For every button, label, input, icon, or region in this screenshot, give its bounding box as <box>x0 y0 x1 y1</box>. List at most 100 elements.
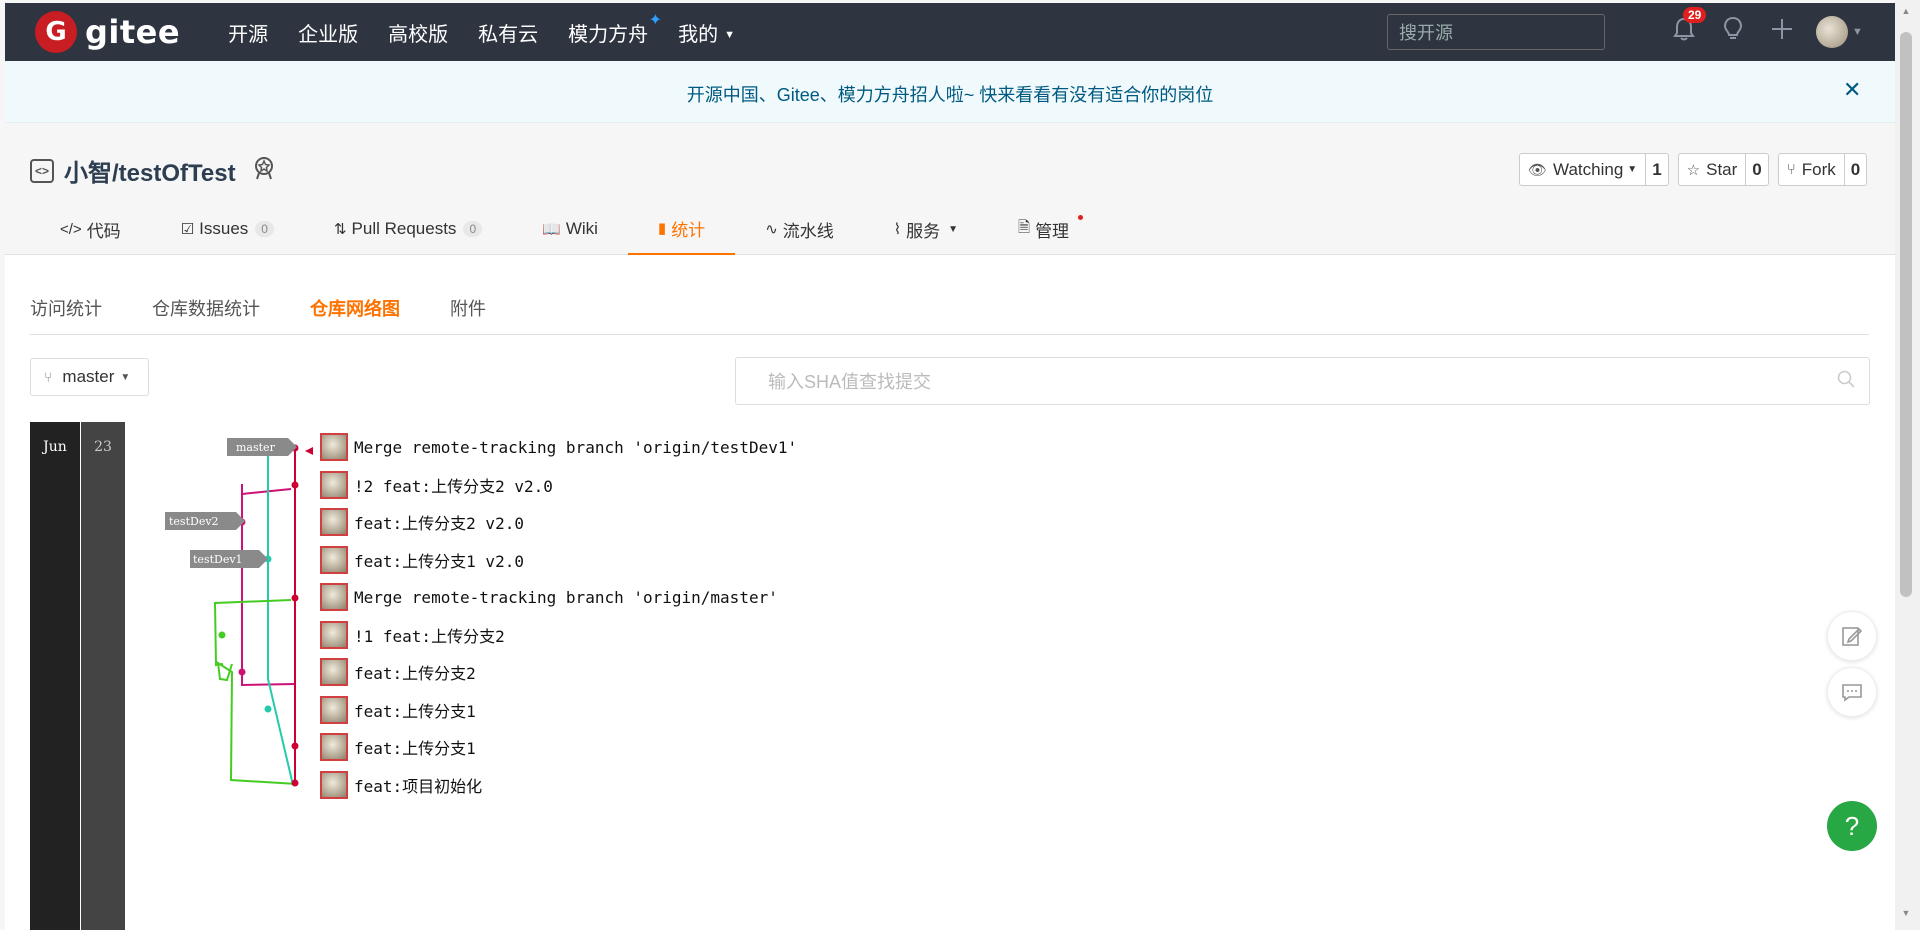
subtab-attachments[interactable]: 附件 <box>450 297 486 335</box>
scroll-up-icon[interactable]: ▲ <box>1900 6 1912 16</box>
commit-author-avatar[interactable] <box>320 433 348 461</box>
top-icons: 29 ▼ <box>1659 3 1863 61</box>
commit-author-avatar[interactable] <box>320 695 348 724</box>
tab-issues[interactable]: ☑ Issues 0 <box>151 203 304 255</box>
page-scrollbar[interactable]: ▲ ▼ <box>1895 0 1920 930</box>
edit-shape <box>1842 627 1863 646</box>
sha-search-placeholder: 输入SHA值查找提交 <box>768 372 932 392</box>
branch-label-tags: master testDev2 testDev1 <box>165 438 297 568</box>
commit-message[interactable]: feat:上传分支1 v2.0 <box>354 548 524 572</box>
announcement-banner: 开源中国、Gitee、模力方舟招人啦~ 快来看看有没有适合你的岗位 ✕ <box>5 61 1895 123</box>
help-button[interactable]: ? <box>1827 801 1877 851</box>
logo-letter: G <box>45 17 67 47</box>
commit-row[interactable]: feat:上传分支1 <box>320 695 476 725</box>
tab-manage[interactable]: 🗎 管理 <box>988 203 1099 255</box>
magnifier-shape <box>1837 370 1855 388</box>
nav-education[interactable]: 高校版 <box>388 18 448 47</box>
logo-text: gitee <box>85 13 181 51</box>
feedback-edit-icon[interactable] <box>1827 611 1877 661</box>
main-nav: 开源 企业版 高校版 私有云 模力方舟 ✦ 我的 ▼ <box>228 12 765 47</box>
commit-author-avatar[interactable] <box>320 658 348 686</box>
notification-bell-icon[interactable]: 29 <box>1659 7 1708 47</box>
watch-label: Watching <box>1553 159 1624 179</box>
tab-manage-label: 管理 <box>1035 221 1070 241</box>
commit-message[interactable]: feat:上传分支1 <box>354 735 476 759</box>
star-count[interactable]: 0 <box>1745 154 1767 185</box>
code-icon: </> <box>60 220 82 238</box>
fork-count[interactable]: 0 <box>1843 154 1866 185</box>
commit-author-avatar[interactable] <box>320 583 348 611</box>
commit-author-avatar[interactable] <box>320 770 348 799</box>
book-icon: 📖 <box>542 221 561 238</box>
services-chevron-down-icon: ▼ <box>948 223 958 235</box>
commit-message[interactable]: !1 feat:上传分支2 <box>354 623 505 647</box>
tab-wiki[interactable]: 📖 Wiki <box>512 203 628 255</box>
watch-button[interactable]: 👁 Watching ▼ 1 <box>1519 153 1669 186</box>
commit-row[interactable]: !2 feat:上传分支2 v2.0 <box>320 470 553 500</box>
commit-row[interactable]: Merge remote-tracking branch 'origin/tes… <box>320 432 797 462</box>
commit-message[interactable]: Merge remote-tracking branch 'origin/mas… <box>354 588 778 607</box>
tab-pipeline-label: 流水线 <box>782 221 834 241</box>
commit-author-avatar[interactable] <box>320 545 348 574</box>
award-badge-icon[interactable] <box>252 155 276 187</box>
commit-row[interactable]: feat:上传分支1 <box>320 732 476 762</box>
commit-row[interactable]: Merge remote-tracking branch 'origin/mas… <box>320 582 778 612</box>
pull-request-icon: ⇅ <box>333 221 347 238</box>
nav-moli-fangzhou-label: 模力方舟 <box>568 23 649 46</box>
tab-services[interactable]: ⌇ 服务 ▼ <box>864 203 988 255</box>
tab-pipeline[interactable]: ∿ 流水线 <box>735 203 864 255</box>
plus-icon[interactable] <box>1757 18 1806 46</box>
scroll-down-icon[interactable]: ▼ <box>1900 908 1912 918</box>
tab-statistics-label: 统计 <box>671 220 706 240</box>
nav-moli-fangzhou[interactable]: 模力方舟 ✦ <box>568 12 662 47</box>
tab-wiki-label: Wiki <box>565 219 598 238</box>
notification-badge: 29 <box>1683 7 1707 23</box>
repo-name[interactable]: 小智/testOfTest <box>64 153 236 188</box>
scrollbar-thumb[interactable] <box>1900 32 1912 597</box>
commit-row[interactable]: feat:项目初始化 <box>320 770 482 800</box>
nav-enterprise[interactable]: 企业版 <box>298 18 358 47</box>
commit-row[interactable]: feat:上传分支1 v2.0 <box>320 545 524 575</box>
commit-author-avatar[interactable] <box>320 620 348 649</box>
chat-shape <box>1842 684 1862 702</box>
search-icon[interactable] <box>1837 370 1855 393</box>
avatar-chevron-down-icon[interactable]: ▼ <box>1852 26 1863 38</box>
branch-tag-testdev2-label: testDev2 <box>169 515 219 528</box>
nav-mine[interactable]: 我的 ▼ <box>678 18 735 47</box>
commit-author-avatar[interactable] <box>320 733 348 761</box>
lightbulb-icon[interactable] <box>1708 16 1757 48</box>
banner-text[interactable]: 开源中国、Gitee、模力方舟招人啦~ 快来看看有没有适合你的岗位 <box>5 81 1895 107</box>
pipeline-icon: ∿ <box>765 221 778 238</box>
gitee-logo[interactable]: G gitee <box>35 11 180 53</box>
commit-message[interactable]: !2 feat:上传分支2 v2.0 <box>354 473 553 497</box>
fork-button[interactable]: ⑂ Fork 0 <box>1777 153 1868 186</box>
commit-row[interactable]: !1 feat:上传分支2 <box>320 620 505 650</box>
commit-message[interactable]: feat:上传分支2 v2.0 <box>354 510 524 534</box>
chat-message-icon[interactable] <box>1827 667 1877 717</box>
watch-count[interactable]: 1 <box>1645 154 1667 185</box>
tab-pull-requests[interactable]: ⇅ Pull Requests 0 <box>304 203 512 255</box>
chevron-down-icon: ▼ <box>724 28 735 41</box>
commit-author-avatar[interactable] <box>320 508 348 536</box>
banner-close-icon[interactable]: ✕ <box>1843 77 1861 103</box>
star-button[interactable]: ☆ Star 0 <box>1677 153 1769 186</box>
nav-private-cloud[interactable]: 私有云 <box>478 18 538 47</box>
global-search-placeholder: 搜开源 <box>1399 23 1453 43</box>
sha-search-input[interactable]: 输入SHA值查找提交 <box>735 357 1870 405</box>
user-avatar[interactable] <box>1816 16 1848 48</box>
tab-pull-requests-label: Pull Requests <box>351 219 457 238</box>
tab-code[interactable]: </> 代码 <box>30 203 151 255</box>
commit-message[interactable]: feat:上传分支1 <box>354 698 476 722</box>
commit-row[interactable]: feat:上传分支2 v2.0 <box>320 507 524 537</box>
manage-notification-dot <box>1078 215 1084 220</box>
commit-message[interactable]: feat:项目初始化 <box>354 773 482 797</box>
tab-statistics[interactable]: ▮ 统计 <box>627 203 736 255</box>
bar-chart-icon: ▮ <box>657 220 667 237</box>
issues-count: 0 <box>255 221 274 237</box>
nav-open-source[interactable]: 开源 <box>228 18 268 47</box>
commit-message[interactable]: feat:上传分支2 <box>354 660 476 684</box>
global-search-input[interactable]: 搜开源 <box>1387 14 1605 50</box>
commit-author-avatar[interactable] <box>320 470 348 499</box>
commit-message[interactable]: Merge remote-tracking branch 'origin/tes… <box>354 438 797 457</box>
commit-row[interactable]: feat:上传分支2 <box>320 657 476 687</box>
